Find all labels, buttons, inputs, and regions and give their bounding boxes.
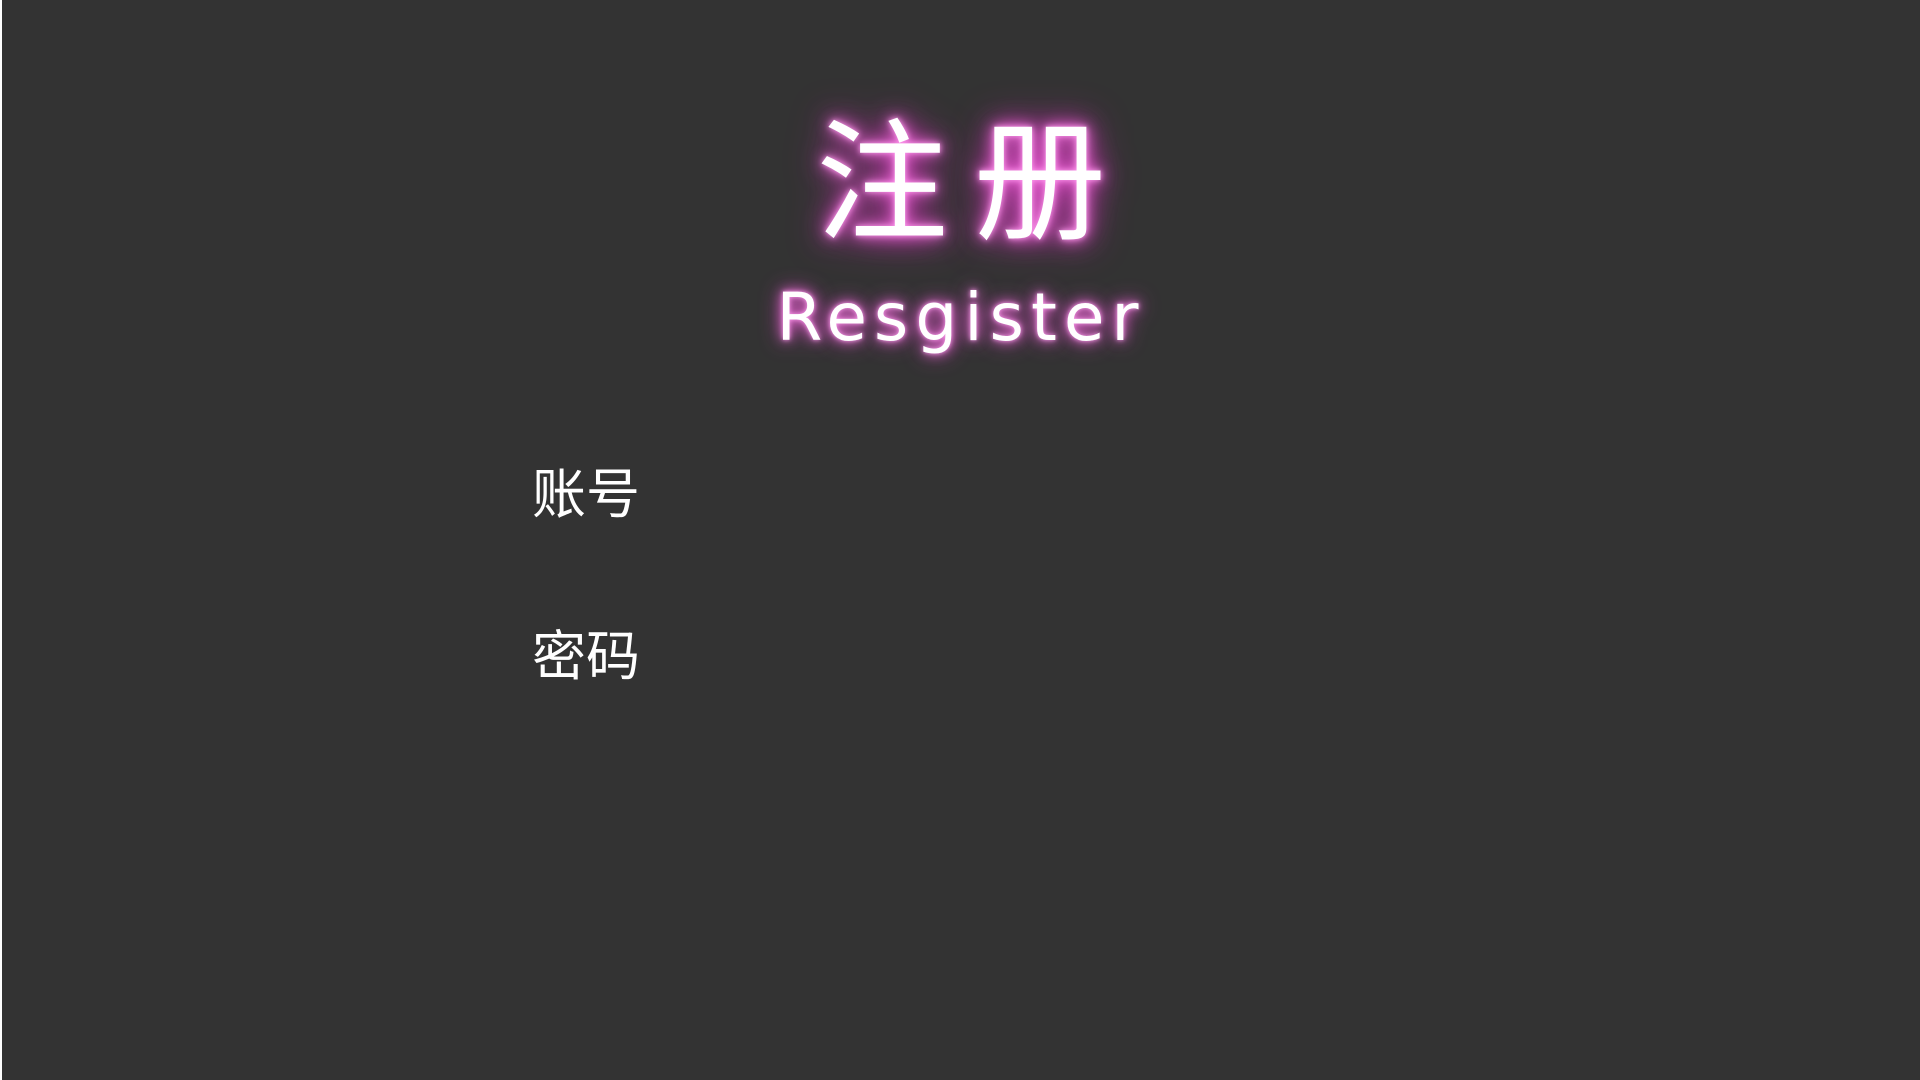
account-row: 账号 — [532, 460, 1292, 530]
password-input[interactable] — [692, 626, 1292, 688]
register-page: 注册 Resgister 账号 密码 — [2, 0, 1920, 1080]
account-label: 账号 — [532, 463, 640, 526]
account-input[interactable] — [692, 464, 1292, 526]
page-title: 注册 — [816, 107, 1132, 261]
password-row: 密码 — [532, 622, 1292, 692]
page-subtitle: Resgister — [776, 279, 1146, 356]
password-label: 密码 — [532, 625, 640, 688]
